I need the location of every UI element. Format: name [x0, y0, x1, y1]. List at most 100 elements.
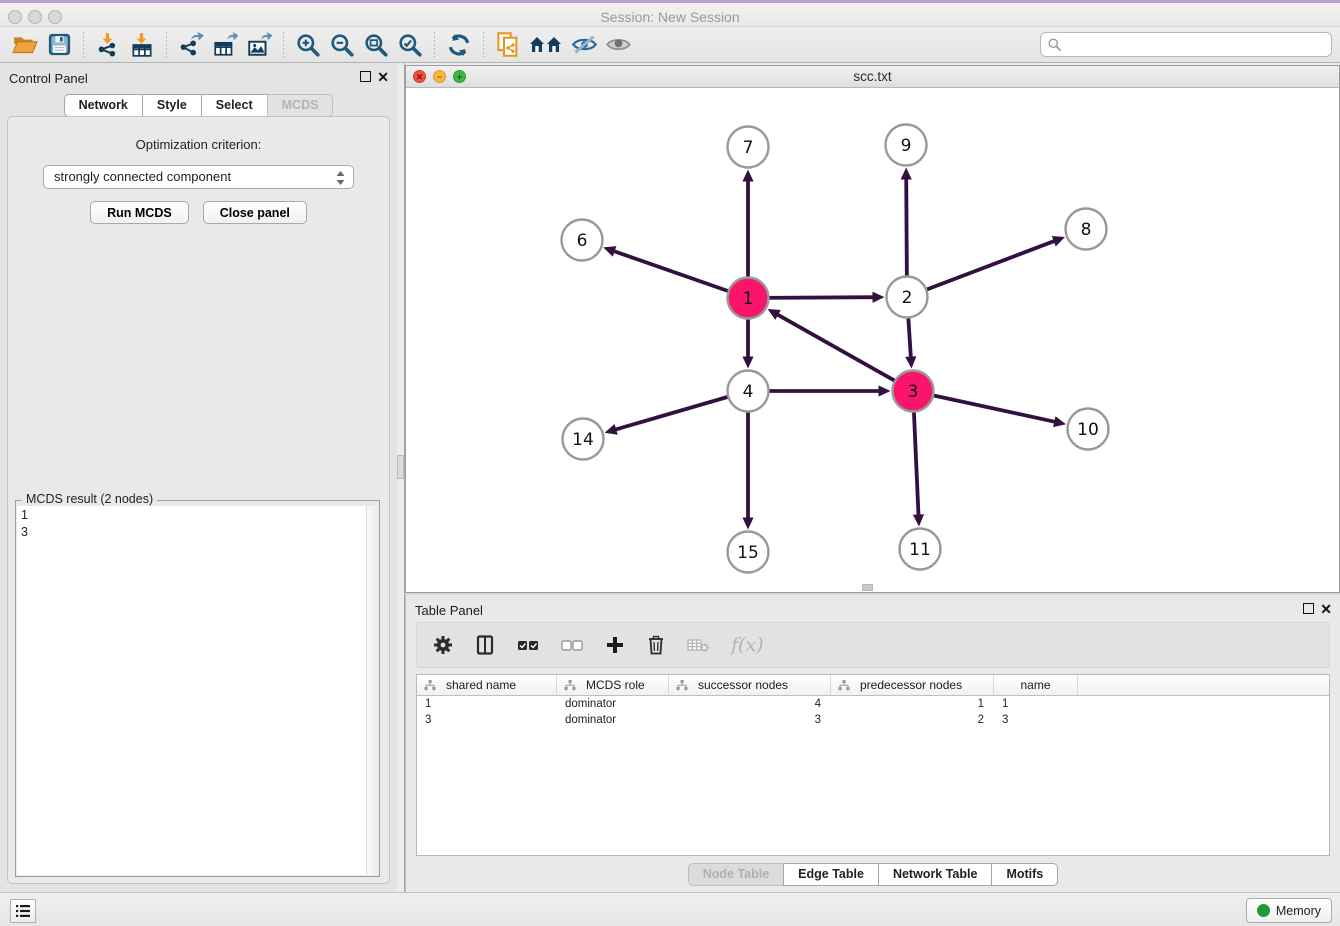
toolbar-separator — [166, 32, 167, 58]
close-table-panel-icon[interactable]: ✕ — [1320, 603, 1332, 615]
table-cell[interactable]: 1 — [417, 696, 557, 712]
network-canvas[interactable]: 7968124314101511 — [406, 88, 1339, 592]
eye-icon[interactable] — [601, 30, 635, 60]
add-column-icon[interactable] — [605, 635, 625, 655]
graph-edge-arrowhead — [879, 385, 891, 396]
canvas-scroll-grip[interactable] — [862, 584, 873, 591]
tab-network[interactable]: Network — [64, 94, 143, 117]
tab-motifs[interactable]: Motifs — [991, 863, 1058, 886]
graph-node-label: 3 — [908, 382, 919, 402]
delete-table-icon — [687, 637, 709, 653]
window-title: Session: New Session — [0, 9, 1340, 25]
table-panel: Table Panel ✕ f(x) shared nameMCDS roles… — [405, 595, 1340, 892]
export-table-icon[interactable] — [208, 30, 242, 60]
table-row[interactable]: 1dominator411 — [417, 696, 1329, 712]
splitter-grip[interactable] — [397, 455, 404, 479]
table-cell[interactable]: 1 — [994, 696, 1078, 712]
show-column-icon[interactable] — [475, 635, 495, 655]
tab-edge-table[interactable]: Edge Table — [783, 863, 879, 886]
zoom-selected-icon[interactable] — [393, 30, 427, 60]
table-cell[interactable]: 4 — [669, 696, 831, 712]
gear-icon[interactable] — [433, 635, 453, 655]
criterion-dropdown[interactable]: strongly connected component — [43, 165, 354, 189]
graph-node-label: 15 — [737, 543, 759, 563]
graph-edge-arrowhead — [913, 514, 924, 526]
table-cell[interactable]: 3 — [669, 712, 831, 728]
task-history-button[interactable] — [10, 899, 36, 923]
home-icon[interactable] — [525, 30, 567, 60]
graph-node-label: 1 — [743, 289, 754, 309]
column-label: successor nodes — [698, 678, 788, 692]
toolbar-separator — [434, 32, 435, 58]
graph-edge[interactable] — [913, 391, 1057, 422]
column-header-filler — [1078, 675, 1329, 696]
control-panel-title: Control Panel — [9, 71, 88, 86]
graph-edge-arrowhead — [742, 518, 753, 530]
control-panel-tabs: NetworkStyleSelectMCDS — [0, 94, 397, 117]
column-header-successor-nodes[interactable]: successor nodes — [669, 675, 831, 696]
tab-style[interactable]: Style — [142, 94, 202, 117]
node-table: shared nameMCDS role successor nodes prede… — [416, 674, 1330, 856]
criterion-value: strongly connected component — [54, 169, 231, 184]
search-input[interactable] — [1040, 32, 1332, 57]
dropdown-stepper-icon — [335, 170, 346, 186]
table-row[interactable]: 3dominator323 — [417, 712, 1329, 728]
vertical-splitter[interactable] — [397, 63, 405, 892]
result-line: 3 — [21, 524, 366, 541]
graph-node-label: 9 — [901, 136, 912, 156]
export-image-icon[interactable] — [242, 30, 276, 60]
open-folder-icon[interactable] — [8, 30, 42, 60]
table-cell[interactable]: 3 — [417, 712, 557, 728]
table-cell[interactable]: dominator — [557, 696, 669, 712]
zoom-fit-icon[interactable] — [359, 30, 393, 60]
column-type-icon — [838, 680, 850, 691]
function-builder-button: f(x) — [731, 634, 764, 656]
zoom-in-icon[interactable] — [291, 30, 325, 60]
column-label: name — [1020, 678, 1050, 692]
table-cell[interactable]: 1 — [831, 696, 994, 712]
mcds-result-box: MCDS result (2 nodes) 13 — [15, 500, 380, 877]
eye-slash-icon[interactable] — [567, 30, 601, 60]
mcds-result-list[interactable]: 13 — [17, 506, 366, 875]
copy-network-icon[interactable] — [491, 30, 525, 60]
import-network-icon[interactable] — [91, 30, 125, 60]
tab-mcds[interactable]: MCDS — [267, 94, 334, 117]
table-cell[interactable]: dominator — [557, 712, 669, 728]
network-window-title: scc.txt — [406, 69, 1339, 84]
float-panel-icon[interactable] — [360, 71, 371, 82]
zoom-out-icon[interactable] — [325, 30, 359, 60]
tab-node-table[interactable]: Node Table — [688, 863, 784, 886]
graph-edge-arrowhead — [603, 246, 616, 257]
graph-svg[interactable]: 7968124314101511 — [406, 88, 1339, 592]
memory-button[interactable]: Memory — [1246, 898, 1332, 923]
export-network-icon[interactable] — [174, 30, 208, 60]
refresh-icon[interactable] — [442, 30, 476, 60]
table-cell[interactable]: 2 — [831, 712, 994, 728]
tab-network-table[interactable]: Network Table — [878, 863, 993, 886]
import-table-icon[interactable] — [125, 30, 159, 60]
graph-node-label: 14 — [572, 430, 594, 450]
close-panel-icon[interactable]: ✕ — [377, 71, 389, 83]
close-panel-button[interactable]: Close panel — [203, 201, 307, 224]
save-icon[interactable] — [42, 30, 76, 60]
graph-edge[interactable] — [907, 240, 1057, 297]
result-line: 1 — [21, 507, 366, 524]
select-all-icon[interactable] — [517, 638, 539, 652]
run-mcds-button[interactable]: Run MCDS — [90, 201, 189, 224]
column-header-shared-name[interactable]: shared name — [417, 675, 557, 696]
column-label: predecessor nodes — [860, 678, 962, 692]
deselect-all-icon[interactable] — [561, 638, 583, 652]
table-cell[interactable]: 3 — [994, 712, 1078, 728]
network-window-titlebar[interactable]: ✕ − + scc.txt — [406, 66, 1339, 88]
mcds-tab-content: Optimization criterion: strongly connect… — [7, 116, 390, 884]
graph-edge[interactable] — [775, 313, 913, 391]
delete-column-icon[interactable] — [647, 635, 665, 655]
column-header-name[interactable]: name — [994, 675, 1078, 696]
column-header-MCDS-role[interactable]: MCDS role — [557, 675, 669, 696]
result-scrollbar[interactable] — [366, 506, 378, 875]
column-header-predecessor-nodes[interactable]: predecessor nodes — [831, 675, 994, 696]
mcds-result-title: MCDS result (2 nodes) — [22, 492, 157, 506]
tab-select[interactable]: Select — [201, 94, 268, 117]
toolbar-separator — [483, 32, 484, 58]
float-table-panel-icon[interactable] — [1303, 603, 1314, 614]
